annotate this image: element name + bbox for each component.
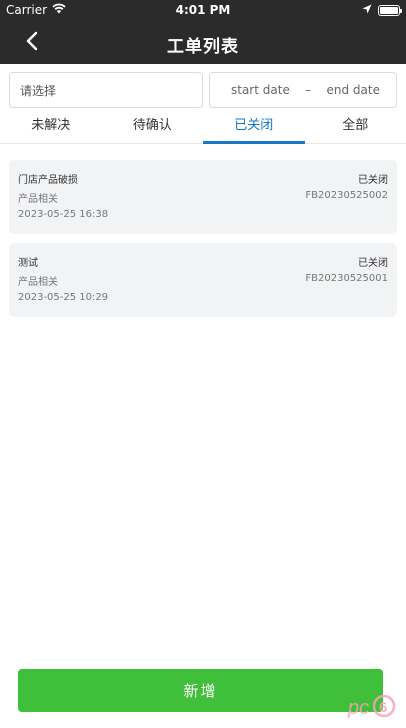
tab-pending-confirm[interactable]: 待确认 bbox=[102, 110, 204, 143]
ticket-category: 产品相关 bbox=[18, 194, 58, 205]
end-date-field[interactable]: end date bbox=[327, 83, 380, 97]
ticket-status: 已关闭 bbox=[358, 258, 388, 269]
battery-fill bbox=[380, 6, 398, 14]
watermark-logo: pc 6 bbox=[346, 690, 400, 722]
ticket-title: 门店产品破损 bbox=[18, 175, 78, 186]
tab-closed[interactable]: 已关闭 bbox=[203, 110, 305, 144]
start-date-field[interactable]: start date bbox=[231, 83, 290, 97]
status-select[interactable]: 请选择 bbox=[9, 72, 203, 108]
ticket-time: 2023-05-25 10:29 bbox=[18, 292, 109, 303]
filter-row: 请选择 start date – end date bbox=[9, 72, 397, 108]
ticket-list: 门店产品破损 已关闭 产品相关 FB20230525002 2023-05-25… bbox=[9, 160, 397, 326]
ticket-category: 产品相关 bbox=[18, 277, 58, 288]
add-button-label: 新增 bbox=[183, 682, 218, 700]
status-bar: Carrier 4:01 PM bbox=[0, 0, 406, 22]
list-item[interactable]: 测试 已关闭 产品相关 FB20230525001 2023-05-25 10:… bbox=[9, 243, 397, 317]
ticket-time: 2023-05-25 16:38 bbox=[18, 209, 109, 220]
ticket-code: FB20230525002 bbox=[305, 190, 388, 201]
battery-icon bbox=[378, 4, 402, 16]
page-title: 工单列表 bbox=[167, 37, 239, 57]
date-separator: – bbox=[305, 83, 312, 97]
svg-text:6: 6 bbox=[379, 699, 387, 716]
svg-text:pc: pc bbox=[347, 697, 369, 719]
date-range-picker[interactable]: start date – end date bbox=[209, 72, 397, 108]
nav-bar: 工单列表 bbox=[0, 22, 406, 64]
add-button[interactable]: 新增 bbox=[18, 669, 383, 712]
tab-bar: 未解决 待确认 已关闭 全部 bbox=[0, 110, 406, 144]
ticket-title: 测试 bbox=[18, 258, 38, 269]
tab-unresolved[interactable]: 未解决 bbox=[0, 110, 102, 143]
ticket-code: FB20230525001 bbox=[305, 273, 388, 284]
location-arrow-icon bbox=[362, 3, 372, 17]
list-item[interactable]: 门店产品破损 已关闭 产品相关 FB20230525002 2023-05-25… bbox=[9, 160, 397, 234]
status-right bbox=[362, 3, 402, 17]
status-time: 4:01 PM bbox=[175, 3, 231, 17]
select-placeholder: 请选择 bbox=[20, 83, 57, 98]
ticket-status: 已关闭 bbox=[358, 175, 388, 186]
tab-all[interactable]: 全部 bbox=[305, 110, 406, 143]
